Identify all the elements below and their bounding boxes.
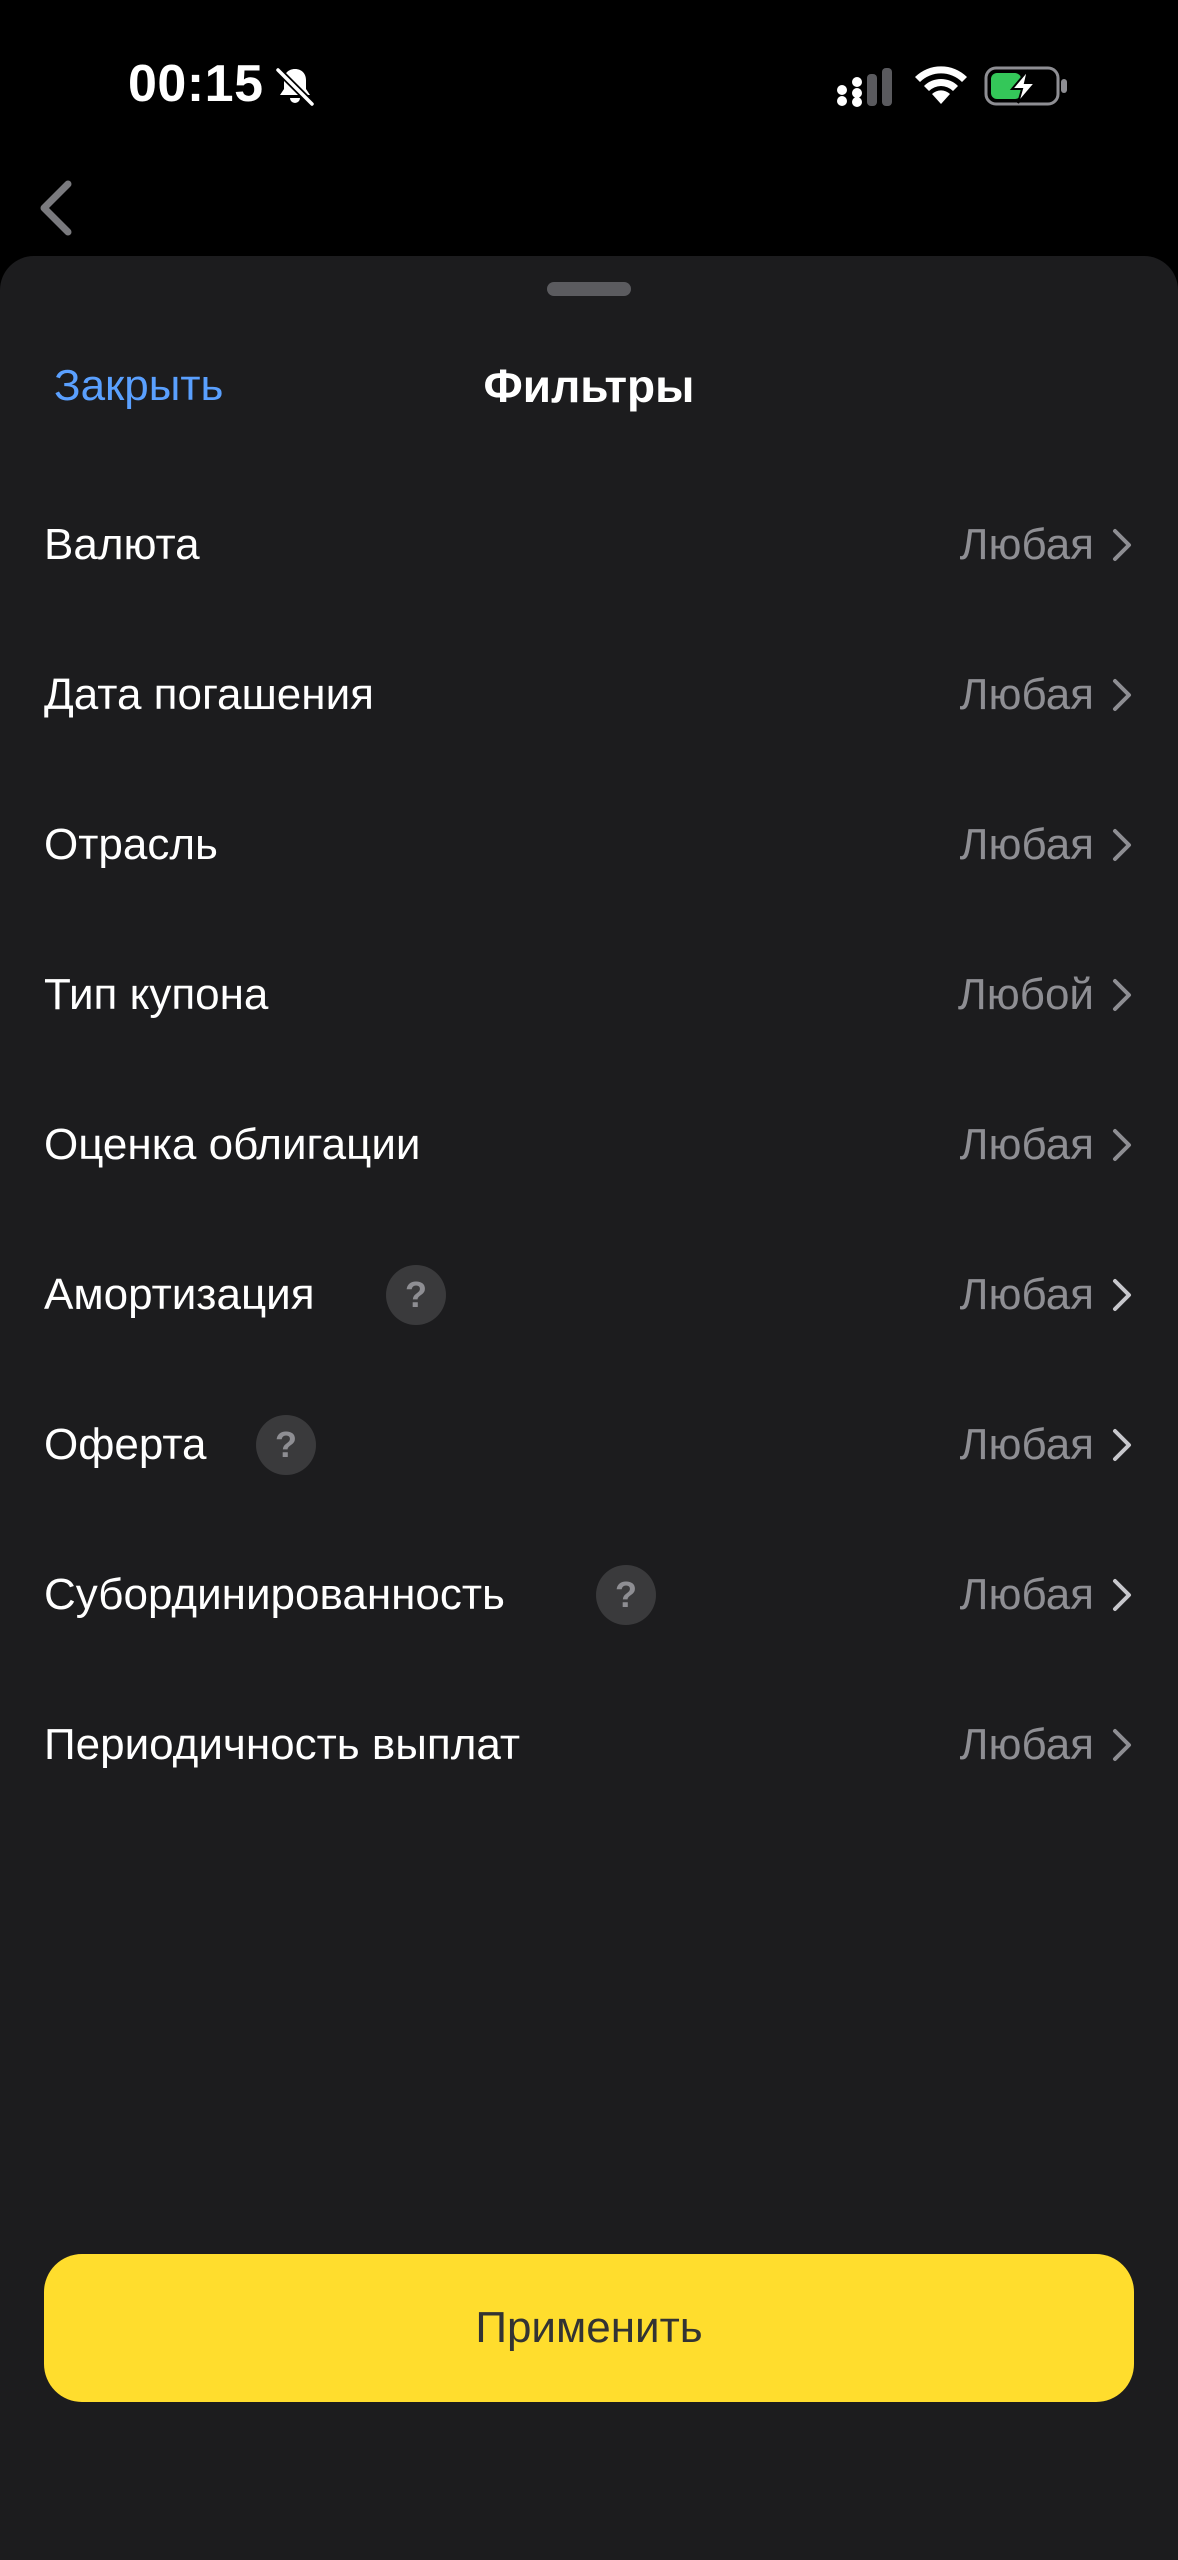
filter-value: Любая: [959, 1120, 1094, 1169]
filter-label: Оценка облигации: [44, 1120, 421, 1169]
sheet-title: Фильтры: [483, 360, 695, 412]
status-bar: 00:15: [0, 0, 1178, 170]
chevron-right-icon: [1113, 979, 1131, 1011]
filter-label: Валюта: [44, 520, 200, 569]
chevron-right-icon: [1113, 529, 1131, 561]
filter-label: Отрасль: [44, 820, 218, 869]
filters-sheet: Закрыть Фильтры Валюта Любая Дата погаше…: [0, 256, 1178, 2560]
battery-charging-icon: [984, 66, 1067, 106]
filter-row-maturity-date[interactable]: Дата погашения Любая: [0, 620, 1178, 770]
chevron-right-icon: [1113, 1279, 1131, 1311]
filter-label: Субординированность: [44, 1570, 505, 1619]
filter-value: Любая: [959, 1420, 1094, 1469]
filter-label: Тип купона: [44, 970, 269, 1019]
filter-row-subordination[interactable]: Субординированность ? Любая: [0, 1520, 1178, 1670]
chevron-right-icon: [1113, 1429, 1131, 1461]
chevron-right-icon: [1113, 1579, 1131, 1611]
filter-label: Периодичность выплат: [44, 1720, 521, 1769]
filter-value: Любой: [957, 970, 1094, 1019]
signal-icon: [837, 68, 892, 107]
filter-value: Любая: [959, 1720, 1094, 1769]
filter-value: Любая: [959, 670, 1094, 719]
help-icon[interactable]: ?: [256, 1415, 316, 1475]
chevron-right-icon: [1113, 679, 1131, 711]
apply-button[interactable]: Применить: [44, 2254, 1134, 2402]
screen: 00:15 Закрыть Фильтры Валюта Любая Дата …: [0, 0, 1178, 2560]
status-time: 00:15: [128, 55, 264, 113]
filter-list: Валюта Любая Дата погашения Любая Отрасл…: [0, 470, 1178, 1820]
sheet-grabber[interactable]: [547, 282, 631, 296]
close-button[interactable]: Закрыть: [54, 356, 223, 416]
back-chevron-icon[interactable]: [28, 170, 88, 246]
chevron-right-icon: [1113, 829, 1131, 861]
chevron-right-icon: [1113, 1729, 1131, 1761]
filter-row-amortization[interactable]: Амортизация ? Любая: [0, 1220, 1178, 1370]
filter-label: Оферта: [44, 1420, 207, 1469]
help-icon[interactable]: ?: [596, 1565, 656, 1625]
filter-label: Амортизация: [44, 1270, 315, 1319]
filter-row-payment-frequency[interactable]: Периодичность выплат Любая: [0, 1670, 1178, 1820]
filter-row-industry[interactable]: Отрасль Любая: [0, 770, 1178, 920]
filter-row-offer[interactable]: Оферта ? Любая: [0, 1370, 1178, 1520]
filter-value: Любая: [959, 520, 1094, 569]
filter-row-bond-rating[interactable]: Оценка облигации Любая: [0, 1070, 1178, 1220]
filter-value: Любая: [959, 820, 1094, 869]
filter-value: Любая: [959, 1570, 1094, 1619]
wifi-icon: [915, 66, 967, 104]
filter-row-coupon-type[interactable]: Тип купона Любой: [0, 920, 1178, 1070]
filter-value: Любая: [959, 1270, 1094, 1319]
help-icon[interactable]: ?: [386, 1265, 446, 1325]
filter-label: Дата погашения: [44, 670, 374, 719]
bell-slash-icon: [275, 67, 315, 107]
filter-row-currency[interactable]: Валюта Любая: [0, 470, 1178, 620]
chevron-right-icon: [1113, 1129, 1131, 1161]
